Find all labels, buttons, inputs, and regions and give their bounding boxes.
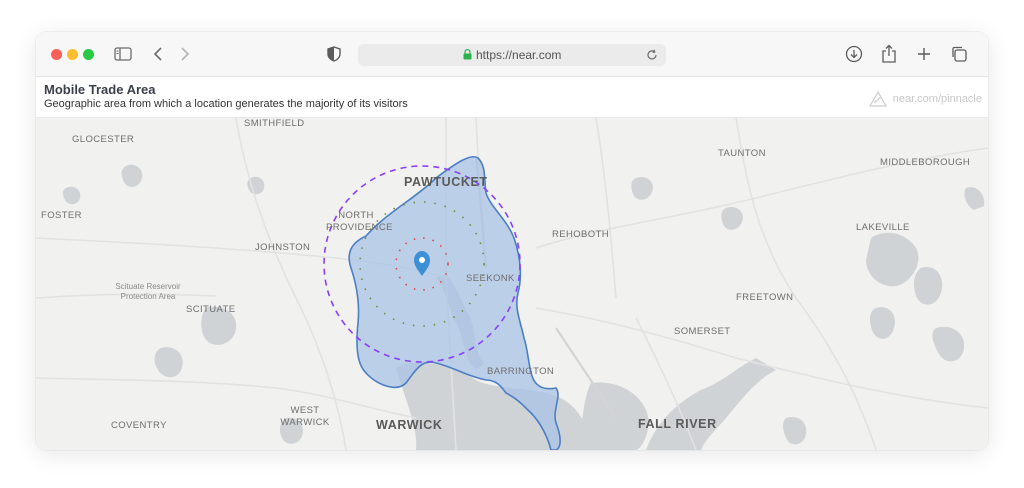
shield-icon [327,46,341,62]
new-tab-button[interactable] [913,43,935,65]
privacy-report-button[interactable] [323,43,345,65]
share-button[interactable] [878,43,900,65]
browser-window: https://near.com Mobile Trade Area Geogr… [36,32,988,450]
downloads-button[interactable] [843,43,865,65]
page-title: Mobile Trade Area [44,82,156,97]
label-freetown: FREETOWN [736,292,794,303]
new-tab-icon [918,48,930,60]
page-subtitle: Geographic area from which a location ge… [44,98,408,110]
label-scituate-reservoir: Scituate Reservoir Protection Area [115,282,181,301]
label-pawtucket: PAWTUCKET [404,175,488,189]
sidebar-toggle-button[interactable] [112,43,134,65]
label-lakeville: LAKEVILLE [856,222,910,233]
label-fall-river: FALL RIVER [638,417,717,431]
label-warwick: WARWICK [376,418,443,432]
url-text: https://near.com [476,48,562,62]
label-west-warwick: WEST WARWICK [280,405,330,428]
label-taunton: TAUNTON [718,148,766,159]
label-scituate: SCITUATE [186,304,236,315]
browser-toolbar: https://near.com [36,32,988,77]
tabs-overview-icon [952,46,967,62]
label-johnston: JOHNSTON [255,242,311,253]
download-icon [845,45,863,63]
label-middleborough: MIDDLEBOROUGH [880,157,971,168]
tab-overview-button[interactable] [948,43,970,65]
label-glocester: GLOCESTER [72,134,135,145]
back-icon [153,47,162,61]
forward-icon [181,47,190,61]
trade-area-map[interactable]: SMITHFIELD GLOCESTER FOSTER JOHNSTON Sci… [36,118,988,450]
label-rehoboth: REHOBOTH [552,229,610,240]
address-bar[interactable]: https://near.com [358,44,666,66]
share-icon [882,44,896,63]
forward-button[interactable] [174,43,196,65]
sidebar-icon [114,47,132,61]
label-coventry: COVENTRY [111,420,167,431]
label-barrington: BARRINGTON [487,366,555,377]
page-header: Mobile Trade Area Geographic area from w… [36,77,988,118]
reload-icon[interactable] [646,49,658,61]
brand-text: near.com/pinnacle [892,93,982,105]
minimize-window-button[interactable] [67,49,78,60]
close-window-button[interactable] [51,49,62,60]
label-seekonk: SEEKONK [466,273,515,284]
brand-link[interactable]: near.com/pinnacle [868,91,982,107]
label-somerset: SOMERSET [674,326,731,337]
lock-icon [463,49,472,60]
label-smithfield: SMITHFIELD [244,118,305,129]
back-button[interactable] [147,43,169,65]
label-foster: FOSTER [41,210,82,221]
near-logo-icon [868,91,887,107]
label-north-providence: NORTH PROVIDENCE [326,210,393,233]
maximize-window-button[interactable] [83,49,94,60]
